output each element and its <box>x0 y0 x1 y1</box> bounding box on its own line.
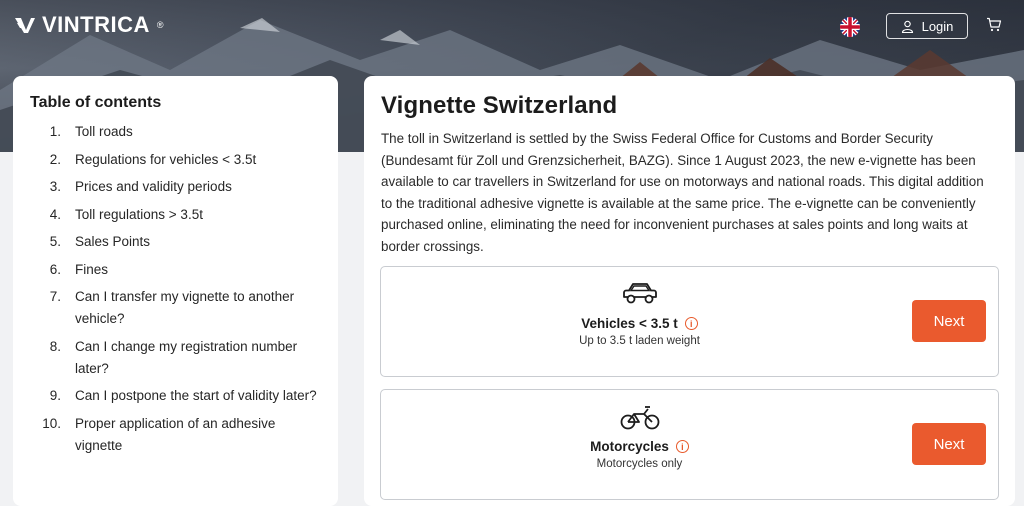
toc-item-label[interactable]: Fines <box>75 259 108 281</box>
user-icon <box>901 20 913 33</box>
brand-logo[interactable]: VINTRICA ® <box>14 12 164 38</box>
toc-list: 1. Toll roads 2. Regulations for vehicles … <box>30 121 322 457</box>
toc-item-label[interactable]: Proper application of an adhesive vignet… <box>75 413 322 457</box>
toc-item-transfer[interactable]: 7. Can I transfer my vignette to another … <box>30 286 322 330</box>
toc-item-toll-roads[interactable]: 1. Toll roads <box>30 121 322 143</box>
toc-item-label[interactable]: Regulations for vehicles < 3.5t <box>75 149 256 171</box>
login-button[interactable]: Login <box>886 13 968 39</box>
uk-flag-icon[interactable] <box>840 17 860 37</box>
vehicle-card-motorcycle[interactable]: Motorcycles i Motorcycles only Next <box>380 389 999 500</box>
table-of-contents: Table of contents 1. Toll roads 2. Regulat… <box>13 76 338 506</box>
cart-icon[interactable] <box>986 17 1002 37</box>
main-content: Vignette Switzerland The toll in Switzer… <box>364 76 1015 506</box>
car-icon <box>620 280 660 310</box>
toc-title: Table of contents <box>30 94 162 111</box>
toc-item-label[interactable]: Can I change my registration number late… <box>75 336 322 380</box>
registered-mark: ® <box>156 20 165 30</box>
toc-item-label[interactable]: Toll roads <box>75 121 133 143</box>
toc-item-adhesive[interactable]: 10. Proper application of an adhesive vig… <box>30 413 322 457</box>
toc-item-label[interactable]: Can I transfer my vignette to another ve… <box>75 286 322 330</box>
vehicle-card-car[interactable]: Vehicles < 3.5 t i Up to 3.5 t laden wei… <box>380 266 999 377</box>
next-button-car[interactable]: Next <box>912 300 986 342</box>
info-icon[interactable]: i <box>675 440 689 453</box>
vehicle-card-title: Motorcycles i <box>381 439 998 454</box>
vehicle-card-subtitle: Motorcycles only <box>596 458 683 470</box>
vintrica-logo-icon <box>15 18 35 33</box>
toc-item-toll-regulations[interactable]: 4. Toll regulations > 3.5t <box>30 204 322 226</box>
toc-item-label[interactable]: Sales Points <box>75 231 150 253</box>
motorcycle-icon <box>620 403 660 433</box>
vehicle-card-subtitle: Up to 3.5 t laden weight <box>579 335 700 347</box>
next-button-motorcycle[interactable]: Next <box>912 423 986 465</box>
vehicle-card-title: Vehicles < 3.5 t i <box>381 316 998 331</box>
logo-text: VINTRICA <box>42 12 150 37</box>
toc-item-prices[interactable]: 3. Prices and validity periods <box>30 176 322 198</box>
info-icon[interactable]: i <box>684 317 698 330</box>
login-label: Login <box>921 18 954 34</box>
toc-item-postpone[interactable]: 9. Can I postpone the start of validity l… <box>30 385 322 407</box>
toc-item-registration[interactable]: 8. Can I change my registration number la… <box>30 336 322 380</box>
toc-item-label[interactable]: Prices and validity periods <box>75 176 232 198</box>
page-title: Vignette Switzerland <box>381 92 618 119</box>
toc-item-label[interactable]: Can I postpone the start of validity lat… <box>75 385 317 407</box>
toc-item-regulations[interactable]: 2. Regulations for vehicles < 3.5t <box>30 149 322 171</box>
toc-item-sales-points[interactable]: 5. Sales Points <box>30 231 322 253</box>
toc-item-label[interactable]: Toll regulations > 3.5t <box>75 204 203 226</box>
intro-text: The toll in Switzerland is settled by th… <box>381 131 984 254</box>
toc-item-fines[interactable]: 6. Fines <box>30 259 322 281</box>
